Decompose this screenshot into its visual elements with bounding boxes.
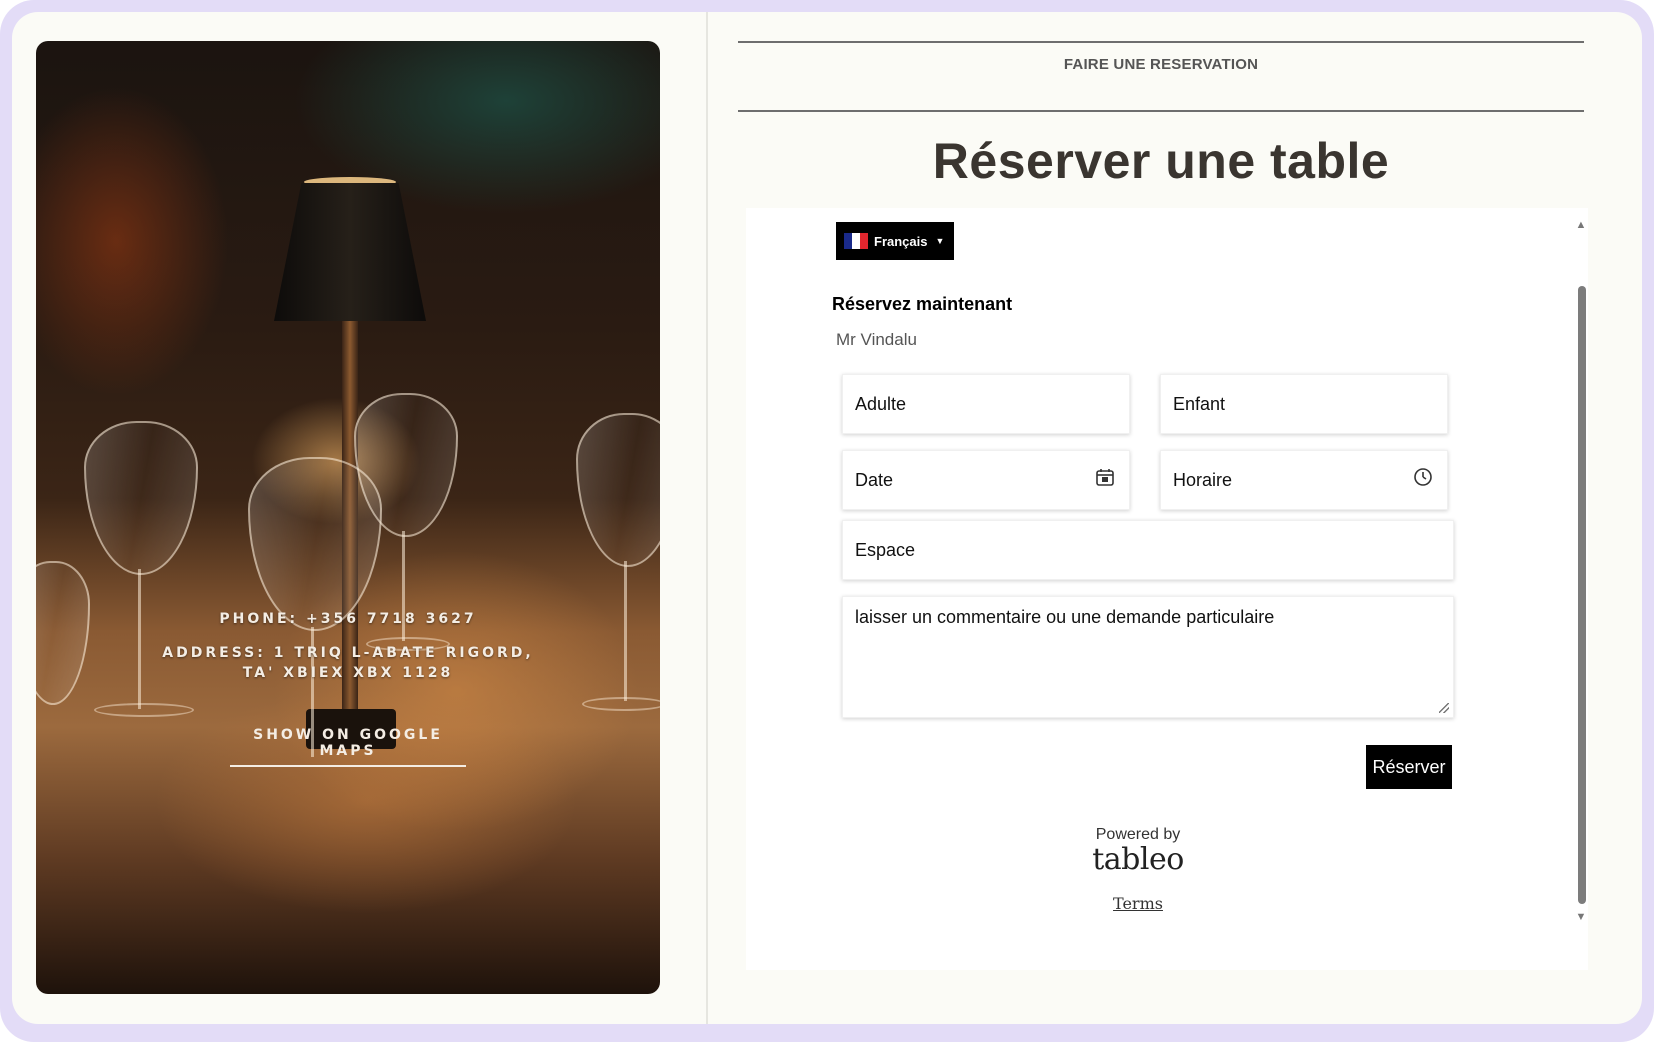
calendar-icon[interactable] xyxy=(1095,467,1115,487)
comment-placeholder: laisser un commentaire ou une demande pa… xyxy=(855,607,1275,627)
adults-label: Adulte xyxy=(855,393,907,414)
caret-down-icon: ▼ xyxy=(935,236,945,246)
adults-select[interactable]: Adulte xyxy=(842,374,1130,434)
lamp-shade xyxy=(274,183,426,321)
clock-icon[interactable] xyxy=(1413,467,1433,487)
section-label: FAIRE UNE RESERVATION xyxy=(1063,56,1259,73)
glass-foot xyxy=(582,697,660,711)
booking-heading: Réservez maintenant xyxy=(832,294,1013,314)
area-label: Espace xyxy=(855,539,916,560)
scroll-up-arrow-icon[interactable]: ▲ xyxy=(1574,218,1588,232)
address-line-1: ADDRESS: 1 TRIQ L-ABATE RIGORD, xyxy=(162,645,534,661)
panel-divider xyxy=(706,12,708,1024)
date-label: Date xyxy=(855,469,894,490)
wine-glass xyxy=(84,421,198,575)
glass-foot xyxy=(94,703,194,717)
french-flag-icon xyxy=(844,233,868,249)
wine-glass xyxy=(248,457,382,631)
page-title: Réserver une table xyxy=(932,133,1390,189)
children-label: Enfant xyxy=(1173,393,1226,414)
language-label: Français xyxy=(874,233,928,249)
top-rule xyxy=(738,41,1584,43)
wine-glass xyxy=(36,561,90,705)
comment-textarea[interactable]: laisser un commentaire ou une demande pa… xyxy=(842,596,1454,718)
area-select[interactable]: Espace xyxy=(842,520,1454,580)
booking-widget: Français ▼ Réservez maintenant Mr Vindal… xyxy=(746,208,1588,970)
restaurant-photo: PHONE: +356 7718 3627 ADDRESS: 1 TRIQ L-… xyxy=(36,41,660,994)
scroll-down-arrow-icon[interactable]: ▼ xyxy=(1574,910,1588,924)
address-line-2: TA' XBIEX XBX 1128 xyxy=(242,665,454,681)
bottom-rule xyxy=(738,110,1584,112)
google-maps-link[interactable]: SHOW ON GOOGLE MAPS xyxy=(230,727,466,767)
resize-handle-icon[interactable] xyxy=(1439,703,1449,713)
time-input[interactable]: Horaire xyxy=(1160,450,1448,510)
children-select[interactable]: Enfant xyxy=(1160,374,1448,434)
date-input[interactable]: Date xyxy=(842,450,1130,510)
tableo-logo: tableo xyxy=(1092,842,1184,877)
time-label: Horaire xyxy=(1173,469,1233,490)
language-selector[interactable]: Français ▼ xyxy=(836,222,954,260)
wine-glass xyxy=(576,413,660,567)
restaurant-name: Mr Vindalu xyxy=(836,330,917,349)
terms-link[interactable]: Terms xyxy=(746,894,1530,913)
phone-text: PHONE: +356 7718 3627 xyxy=(219,611,477,627)
glass-stem xyxy=(138,569,141,709)
scrollbar-thumb[interactable] xyxy=(1578,286,1586,904)
reserve-button[interactable]: Réserver xyxy=(1366,745,1452,789)
